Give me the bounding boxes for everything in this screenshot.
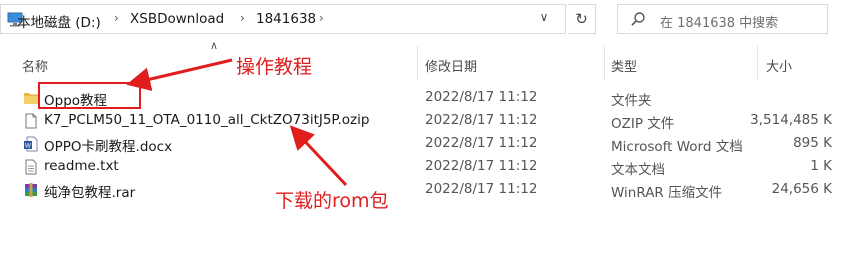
file-type: OZIP 文件 (611, 116, 675, 132)
search-box[interactable]: 在 1841638 中搜索 (617, 4, 828, 34)
file-date: 2022/8/17 11:12 (425, 135, 538, 151)
search-placeholder: 在 1841638 中搜索 (660, 16, 779, 31)
file-type: WinRAR 压缩文件 (611, 185, 723, 201)
file-row[interactable]: W OPPO卡刷教程.docx 2022/8/17 11:12 Microsof… (0, 132, 842, 155)
winrar-archive-icon (25, 183, 37, 197)
column-header-size[interactable]: 大小 (766, 56, 792, 75)
file-row[interactable]: 纯净包教程.rar 2022/8/17 11:12 WinRAR 压缩文件 24… (0, 178, 842, 201)
file-name[interactable]: K7_PCLM50_11_OTA_0110_all_CktZO73itJ5P.o… (44, 112, 369, 128)
file-date: 2022/8/17 11:12 (425, 181, 538, 197)
svg-text:W: W (25, 143, 32, 150)
file-date: 2022/8/17 11:12 (425, 89, 538, 105)
file-date: 2022/8/17 11:12 (425, 158, 538, 174)
file-name[interactable]: readme.txt (44, 158, 119, 174)
column-header-type[interactable]: 类型 (611, 56, 637, 75)
breadcrumb-chevron-icon[interactable]: › (114, 11, 119, 25)
column-header-date[interactable]: 修改日期 (425, 56, 477, 75)
arrow-to-folder (126, 58, 233, 91)
column-divider[interactable] (604, 46, 605, 80)
highlight-box (38, 82, 141, 109)
breadcrumb-chevron-icon[interactable]: › (240, 11, 245, 25)
file-name[interactable]: 纯净包教程.rar (44, 181, 135, 201)
breadcrumb-drive[interactable]: 本地磁盘 (D:) (17, 11, 101, 31)
breadcrumb-current-folder[interactable]: 1841638 (256, 11, 316, 27)
file-row[interactable]: readme.txt 2022/8/17 11:12 文本文档 1 K (0, 155, 842, 178)
file-date: 2022/8/17 11:12 (425, 112, 538, 128)
sort-ascending-icon: ∧ (210, 39, 219, 52)
folder-icon (24, 93, 38, 104)
annotation-tutorial-label: 操作教程 (236, 56, 313, 78)
column-header-name[interactable]: 名称 (22, 56, 48, 75)
file-type: 文件夹 (611, 93, 652, 109)
text-file-icon (25, 159, 37, 175)
file-size: 24,656 K (771, 181, 832, 197)
file-size: 895 K (793, 135, 832, 151)
search-icon (631, 12, 645, 26)
column-divider[interactable] (757, 46, 758, 80)
history-dropdown-icon[interactable]: ∨ (537, 10, 551, 24)
file-size: 3,514,485 K (750, 112, 832, 128)
address-bar[interactable]: 本地磁盘 (D:) › XSBDownload › 1841638 › ∨ (0, 4, 566, 34)
annotation-rom-label: 下载的rom包 (275, 190, 389, 212)
file-icon (25, 113, 37, 129)
file-name[interactable]: OPPO卡刷教程.docx (44, 135, 172, 155)
file-size: 1 K (810, 158, 832, 174)
breadcrumb-chevron-icon[interactable]: › (319, 11, 324, 25)
file-type: 文本文档 (611, 162, 665, 178)
breadcrumb-xsbdownload[interactable]: XSBDownload (130, 11, 224, 27)
file-type: Microsoft Word 文档 (611, 139, 743, 155)
refresh-button[interactable]: ↻ (568, 4, 596, 34)
file-row[interactable]: K7_PCLM50_11_OTA_0110_all_CktZO73itJ5P.o… (0, 109, 842, 132)
column-divider[interactable] (417, 46, 418, 80)
word-doc-icon: W (24, 136, 38, 152)
